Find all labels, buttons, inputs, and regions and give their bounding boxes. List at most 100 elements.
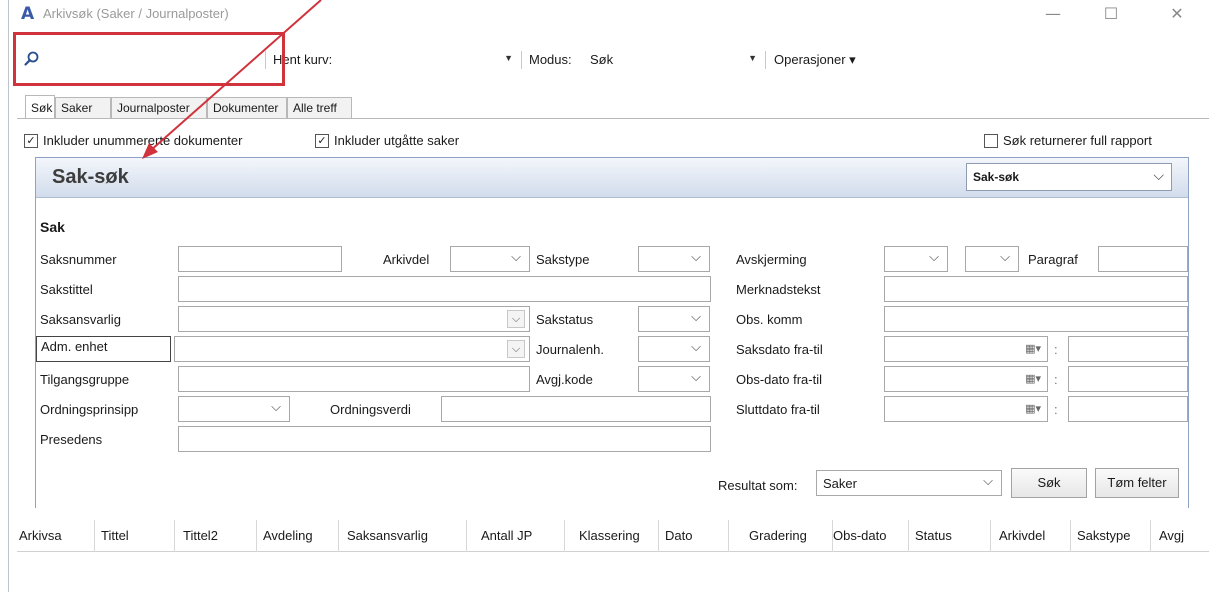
saksdato-til-input[interactable] xyxy=(1068,336,1188,362)
minimize-button[interactable]: — xyxy=(1033,2,1073,26)
sakstittel-label: Sakstittel xyxy=(40,282,93,297)
resultat-som-select[interactable]: Saker ⌵ xyxy=(816,470,1002,496)
chevron-down-icon: ⌵ xyxy=(691,310,701,325)
grid-col-avdeling[interactable]: Avdeling xyxy=(263,520,339,552)
tom-felter-button[interactable]: Tøm felter xyxy=(1095,468,1179,498)
operasjoner-menu[interactable]: Operasjoner ▾ xyxy=(774,52,856,68)
obs-dato-label: Obs-dato fra-til xyxy=(736,372,822,387)
sak-sok-panel: Sak-søk Sak-søk ⌵ Sak Saksnummer Arkivde… xyxy=(35,157,1189,508)
checkbox-checked-icon[interactable]: ✓ xyxy=(315,134,329,148)
tilgangsgruppe-input[interactable] xyxy=(178,366,530,392)
obs-dato-fra-input[interactable]: ▦▾ xyxy=(884,366,1048,392)
obs-dato-til-input[interactable] xyxy=(1068,366,1188,392)
adm-enhet-label: Adm. enhet xyxy=(36,336,171,362)
ordningsverdi-input[interactable] xyxy=(441,396,711,422)
tilgangsgruppe-label: Tilgangsgruppe xyxy=(40,372,130,387)
calendar-dropdown-icon[interactable]: ▦▾ xyxy=(1025,372,1041,385)
chevron-down-icon: ⌵ xyxy=(511,250,521,265)
saksansvarlig-label: Saksansvarlig xyxy=(40,312,121,327)
maximize-button[interactable]: ☐ xyxy=(1091,2,1131,26)
tab-journalposter[interactable]: Journalposter xyxy=(111,97,207,119)
ordningsprinsipp-select[interactable]: ⌵ xyxy=(178,396,290,422)
merknadstekst-input[interactable] xyxy=(884,276,1188,302)
grid-col-status[interactable]: Status xyxy=(915,520,991,552)
grid-col-arkivdel[interactable]: Arkivdel xyxy=(999,520,1071,552)
close-button[interactable]: ✕ xyxy=(1157,2,1197,26)
section-title: Sak xyxy=(40,219,65,235)
saksansvarlig-select[interactable]: ⌵ xyxy=(178,306,530,332)
highlight-annotation xyxy=(13,32,285,86)
grid-col-tittel2[interactable]: Tittel2 xyxy=(183,520,257,552)
grid-col-arkivsa[interactable]: Arkivsa xyxy=(19,520,95,552)
ordningsverdi-label: Ordningsverdi xyxy=(330,402,411,417)
window-title: Arkivsøk (Saker / Journalposter) xyxy=(43,6,229,21)
modus-label: Modus: xyxy=(529,52,572,67)
chevron-down-icon: ⌵ xyxy=(271,400,281,415)
app-logo-icon: A xyxy=(21,4,35,24)
chevron-down-icon: ⌵ xyxy=(1153,168,1164,184)
sok-button[interactable]: Søk xyxy=(1011,468,1087,498)
avskjerming-select-2[interactable]: ⌵ xyxy=(965,246,1019,272)
grid-col-saksansvarlig[interactable]: Saksansvarlig xyxy=(347,520,467,552)
date-separator: : xyxy=(1054,342,1058,357)
chevron-down-icon: ⌵ xyxy=(983,474,993,489)
grid-col-obs-dato[interactable]: Obs-dato xyxy=(833,520,909,552)
app-window: A Arkivsøk (Saker / Journalposter) — ☐ ✕… xyxy=(8,0,1214,592)
grid-col-dato[interactable]: Dato xyxy=(665,520,729,552)
arkivdel-select[interactable]: ⌵ xyxy=(450,246,530,272)
grid-col-klassering[interactable]: Klassering xyxy=(579,520,659,552)
chevron-down-icon: ⌵ xyxy=(507,310,525,328)
chevron-down-icon: ⌵ xyxy=(1000,250,1010,265)
avskjerming-select[interactable]: ⌵ xyxy=(884,246,948,272)
grid-col-sakstype[interactable]: Sakstype xyxy=(1077,520,1151,552)
checkbox-unchecked-icon[interactable] xyxy=(984,134,998,148)
tab-saker[interactable]: Saker xyxy=(55,97,111,119)
saksnummer-input[interactable] xyxy=(178,246,342,272)
avgj-kode-select[interactable]: ⌵ xyxy=(638,366,710,392)
tab-sok[interactable]: Søk xyxy=(25,95,55,118)
merknadstekst-label: Merknadstekst xyxy=(736,282,821,297)
hent-kurv-combo[interactable]: ▼ xyxy=(349,49,515,70)
avskjerming-label: Avskjerming xyxy=(736,252,807,267)
tab-underline xyxy=(17,118,1209,119)
tab-dokumenter[interactable]: Dokumenter xyxy=(207,97,287,119)
dropdown-arrow-icon: ▼ xyxy=(504,53,513,63)
saksdato-fra-input[interactable]: ▦▾ xyxy=(884,336,1048,362)
ordningsprinsipp-label: Ordningsprinsipp xyxy=(40,402,139,417)
grid-col-tittel[interactable]: Tittel xyxy=(101,520,175,552)
title-bar: A Arkivsøk (Saker / Journalposter) — ☐ ✕ xyxy=(9,0,1214,30)
obs-komm-input[interactable] xyxy=(884,306,1188,332)
obs-komm-label: Obs. komm xyxy=(736,312,803,327)
presedens-label: Presedens xyxy=(40,432,103,447)
paragraf-label: Paragraf xyxy=(1028,252,1078,267)
modus-combo[interactable]: Søk ▼ xyxy=(586,49,759,70)
search-type-combo[interactable]: Sak-søk ⌵ xyxy=(966,163,1172,191)
paragraf-input[interactable] xyxy=(1098,246,1188,272)
toolbar-separator xyxy=(765,51,766,69)
sluttdato-label: Sluttdato fra-til xyxy=(736,402,820,417)
adm-enhet-select[interactable]: ⌵ xyxy=(174,336,530,362)
sluttdato-til-input[interactable] xyxy=(1068,396,1188,422)
panel-body: Sak Saksnummer Arkivdel ⌵ Sakstype ⌵ Avs… xyxy=(36,198,1188,508)
chevron-down-icon: ⌵ xyxy=(691,340,701,355)
presedens-input[interactable] xyxy=(178,426,711,452)
saksdato-label: Saksdato fra-til xyxy=(736,342,823,357)
tab-alle-treff[interactable]: Alle treff xyxy=(287,97,352,119)
chevron-down-icon: ⌵ xyxy=(691,250,701,265)
checkbox-checked-icon[interactable]: ✓ xyxy=(24,134,38,148)
sakstype-select[interactable]: ⌵ xyxy=(638,246,710,272)
sluttdato-fra-input[interactable]: ▦▾ xyxy=(884,396,1048,422)
chevron-down-icon: ⌵ xyxy=(691,370,701,385)
chevron-down-icon: ⌵ xyxy=(929,250,939,265)
sakstittel-input[interactable] xyxy=(178,276,711,302)
grid-col-gradering[interactable]: Gradering xyxy=(749,520,833,552)
grid-col-avgj[interactable]: Avgj xyxy=(1159,520,1209,552)
calendar-dropdown-icon[interactable]: ▦▾ xyxy=(1025,342,1041,355)
sakstatus-select[interactable]: ⌵ xyxy=(638,306,710,332)
grid-col-antall-jp[interactable]: Antall JP xyxy=(481,520,565,552)
calendar-dropdown-icon[interactable]: ▦▾ xyxy=(1025,402,1041,415)
sakstype-label: Sakstype xyxy=(536,252,590,267)
journalenh-select[interactable]: ⌵ xyxy=(638,336,710,362)
saksnummer-label: Saksnummer xyxy=(40,252,117,267)
arkivdel-label: Arkivdel xyxy=(383,252,430,267)
